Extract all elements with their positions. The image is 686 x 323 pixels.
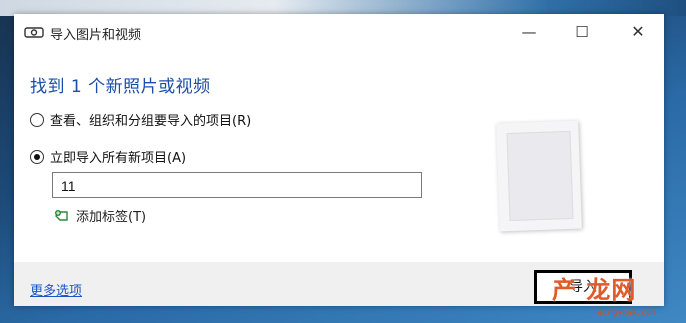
option-import-all[interactable]: 立即导入所有新项目(A) [30, 147, 186, 166]
option-import-all-label: 立即导入所有新项目(A) [50, 151, 187, 166]
site-watermark-url: mingyonk.com [598, 308, 656, 317]
name-input[interactable]: 11 [52, 172, 422, 198]
add-tag-link[interactable]: 添加标签(T) [54, 206, 146, 225]
minimize-icon: — [521, 23, 537, 41]
option-review-label: 查看、组织和分组要导入的项目(R) [50, 114, 252, 129]
maximize-button[interactable]: ☐ [562, 20, 602, 44]
maximize-icon: ☐ [575, 23, 589, 41]
radio-review[interactable] [30, 112, 44, 127]
more-options-link[interactable]: 更多选项 [30, 280, 82, 299]
minimize-button[interactable]: — [509, 20, 549, 44]
close-button[interactable]: ✕ [618, 20, 658, 44]
camera-app-icon [24, 27, 44, 38]
option-review-group[interactable]: 查看、组织和分组要导入的项目(R) [30, 110, 251, 129]
found-items-heading: 找到 1 个新照片或视频 [30, 77, 211, 97]
site-watermark: 产 龙网 [552, 276, 637, 304]
radio-import-all[interactable] [30, 149, 44, 164]
photo-preview-image [506, 130, 574, 222]
photo-preview-thumbnail [496, 120, 582, 232]
tag-add-icon [55, 209, 68, 221]
close-icon: ✕ [631, 22, 645, 41]
title-bar[interactable]: 导入图片和视频 — ☐ ✕ [14, 14, 664, 50]
window-title: 导入图片和视频 [50, 28, 142, 43]
import-dialog: 导入图片和视频 — ☐ ✕ 找到 1 个新照片或视频 查看、组织和分组要导入的项… [14, 14, 664, 306]
add-tag-label: 添加标签(T) [76, 210, 147, 225]
